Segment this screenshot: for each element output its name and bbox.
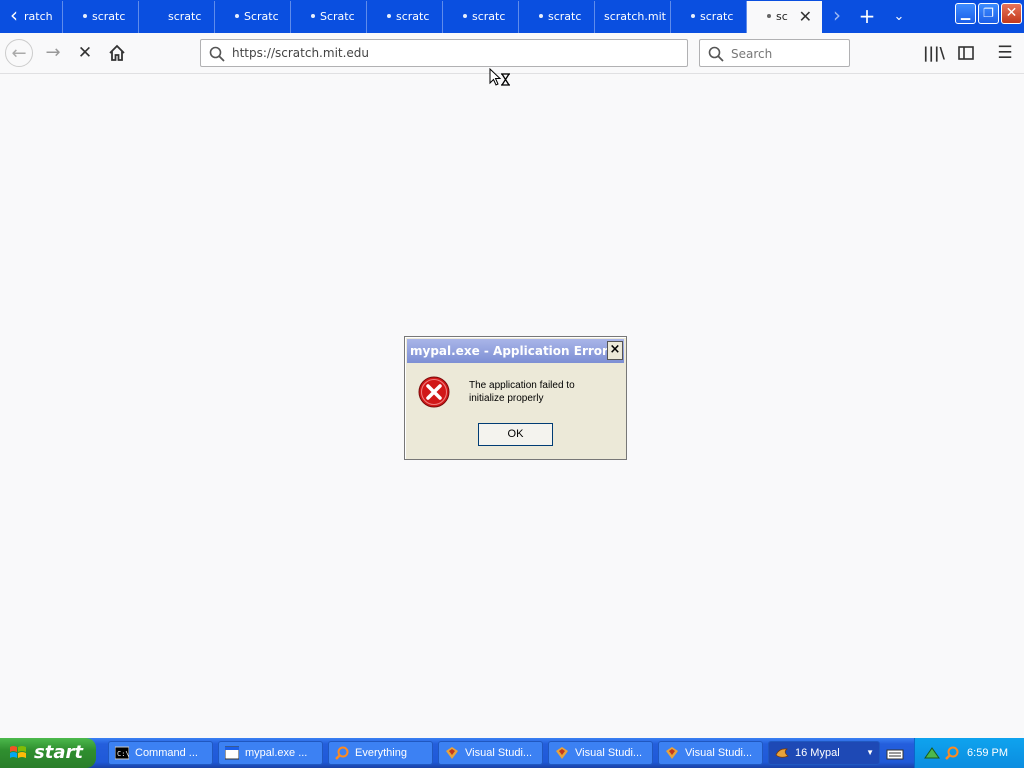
taskbar-item-everything[interactable]: Everything (328, 741, 433, 765)
mypal-icon (775, 748, 789, 758)
search-icon (209, 46, 225, 62)
error-icon (418, 376, 450, 408)
svg-text:C:\: C:\ (117, 750, 129, 758)
tab-close-icon[interactable]: ✕ (799, 1, 812, 32)
search-bar[interactable]: Search (699, 39, 850, 67)
home-icon[interactable] (103, 39, 131, 67)
search-icon (708, 46, 724, 62)
window-icon (225, 746, 239, 760)
loading-dot-icon (235, 14, 239, 18)
dialog-title: mypal.exe - Application Error (407, 339, 624, 363)
taskbar-item-visual-studio[interactable]: Visual Studi... (438, 741, 543, 765)
network-icon[interactable] (924, 746, 940, 760)
tab-label: scratch.mit (604, 10, 666, 23)
tab-label: sc (776, 10, 788, 23)
system-tray: 6:59 PM (914, 738, 1024, 768)
close-window-icon[interactable]: ✕ (1001, 3, 1022, 24)
loading-dot-icon (463, 14, 467, 18)
loading-dot-icon (387, 14, 391, 18)
taskbar-item-label: Visual Studi... (465, 747, 533, 759)
loading-dot-icon (691, 14, 695, 18)
forward-icon[interactable]: → (39, 39, 67, 67)
tab[interactable]: scratch.mit (595, 1, 671, 33)
tab-label: scratc (700, 10, 734, 23)
loading-dot-icon (539, 14, 543, 18)
everything-tray-icon[interactable] (944, 745, 960, 761)
taskbar-item-command[interactable]: C:\ Command ... (108, 741, 213, 765)
busy-cursor-icon (489, 68, 510, 86)
taskbar-item-mypal-exe[interactable]: mypal.exe ... (218, 741, 323, 765)
dialog-message: The application failed to initialize pro… (469, 380, 575, 404)
taskbar-item-label: Command ... (135, 747, 198, 759)
taskbar: start C:\ Command ... mypal.exe ... Ever… (0, 738, 1024, 768)
tab[interactable]: scratc (63, 1, 139, 33)
minimize-window-icon[interactable]: ▁ (955, 3, 976, 24)
loading-dot-icon (83, 14, 87, 18)
tab-label: scratc (472, 10, 506, 23)
taskbar-item-label: Everything (355, 747, 407, 759)
tab[interactable]: Scratc (291, 1, 367, 33)
taskbar-item-visual-studio[interactable]: Visual Studi... (548, 741, 653, 765)
cmd-icon: C:\ (115, 746, 129, 760)
tab[interactable]: scratc (443, 1, 519, 33)
start-label: start (34, 742, 83, 763)
back-icon[interactable]: ← (5, 39, 33, 67)
tab[interactable]: scratc (139, 1, 215, 33)
taskbar-item-label: Visual Studi... (685, 747, 753, 759)
tab-label: scratc (396, 10, 430, 23)
url-bar[interactable]: https://scratch.mit.edu (200, 39, 688, 67)
visual-studio-icon (446, 747, 458, 759)
sidebar-glyph-icon (958, 46, 974, 60)
menu-icon[interactable]: ☰ (991, 39, 1019, 67)
sidebar-icon[interactable] (952, 39, 980, 67)
magnifier-icon (335, 746, 349, 760)
scroll-tabs-right-icon[interactable]: › (825, 0, 849, 33)
new-tab-icon[interactable]: + (856, 0, 878, 33)
tab-label: ratch (24, 10, 53, 23)
tab-label: scratc (548, 10, 582, 23)
taskbar-item-label: 16 Mypal (795, 747, 840, 759)
taskbar-item-mypal-group[interactable]: 16 Mypal ▼ (768, 741, 880, 765)
home-glyph-icon (109, 44, 125, 61)
start-button[interactable]: start (0, 738, 96, 768)
loading-dot-icon (311, 14, 315, 18)
tab-label: scratc (168, 10, 202, 23)
list-all-tabs-icon[interactable]: ⌄ (888, 0, 910, 33)
ok-button[interactable]: OK (478, 423, 553, 446)
tab-label: scratc (92, 10, 126, 23)
visual-studio-icon (666, 747, 678, 759)
taskbar-item-label: mypal.exe ... (245, 747, 308, 759)
restore-window-icon[interactable]: ❐ (978, 3, 999, 24)
tab[interactable]: ratch (24, 1, 63, 33)
taskbar-item-label: Visual Studi... (575, 747, 643, 759)
search-placeholder: Search (731, 47, 773, 61)
tab-label: Scratc (244, 10, 279, 23)
library-icon[interactable]: |||\ (920, 39, 948, 67)
url-text: https://scratch.mit.edu (232, 46, 370, 60)
tab[interactable]: scratc (367, 1, 443, 33)
tab-label: Scratc (320, 10, 355, 23)
windows-flag-icon (10, 746, 26, 758)
tab[interactable]: Scratc (215, 1, 291, 33)
loading-dot-icon (767, 14, 771, 18)
application-error-dialog: mypal.exe - Application Error × The appl… (404, 336, 627, 460)
dialog-close-icon[interactable]: × (607, 341, 623, 360)
stop-icon[interactable]: ✕ (71, 39, 99, 67)
group-dropdown-icon: ▼ (866, 748, 874, 757)
keyboard-icon[interactable] (886, 746, 904, 760)
tab-active[interactable]: sc ✕ (747, 1, 822, 33)
clock: 6:59 PM (967, 747, 1008, 759)
tab[interactable]: scratc (671, 1, 747, 33)
tab-strip: ‹ ratch scratc scratc Scratc Scratc scra… (0, 0, 1024, 33)
scroll-tabs-left-icon[interactable]: ‹ (2, 0, 26, 33)
keyboard-glyph-icon (886, 749, 904, 760)
visual-studio-icon (556, 747, 568, 759)
tab[interactable]: scratc (519, 1, 595, 33)
taskbar-item-visual-studio[interactable]: Visual Studi... (658, 741, 763, 765)
